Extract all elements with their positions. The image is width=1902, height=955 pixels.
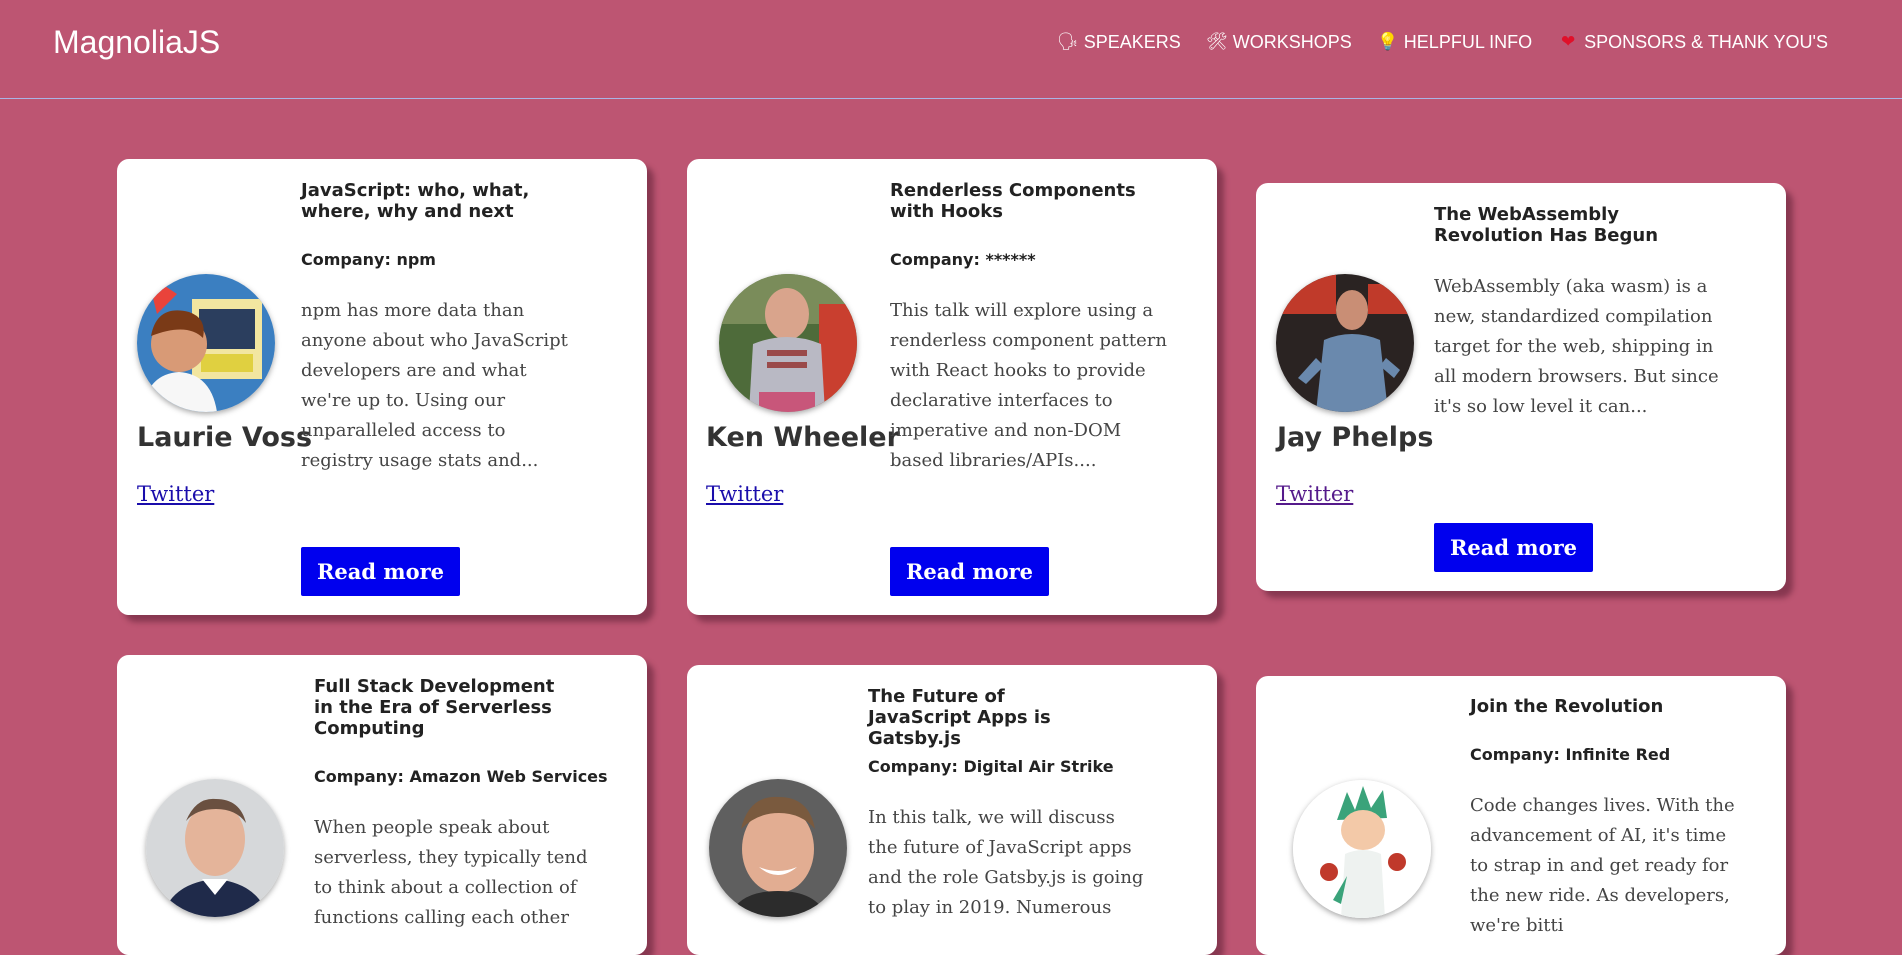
speaker-photo bbox=[137, 274, 275, 412]
speaker-card: Full Stack Development in the Era of Ser… bbox=[117, 655, 647, 955]
talk-description: npm has more data than anyone about who … bbox=[301, 300, 568, 471]
lightbulb-icon: 💡 bbox=[1377, 32, 1399, 51]
nav-item-sponsors[interactable]: ❤ SPONSORS & THANK YOU'S bbox=[1557, 30, 1828, 54]
heart-icon: ❤ bbox=[1561, 32, 1576, 51]
speaker-name: Laurie Voss bbox=[137, 422, 313, 453]
twitter-link[interactable]: Twitter bbox=[706, 481, 783, 507]
speaker-photo bbox=[146, 779, 284, 917]
speaker-card: Jay Phelps Twitter The WebAssembly Revol… bbox=[1256, 183, 1786, 591]
site-logo[interactable]: MagnoliaJS bbox=[53, 22, 220, 62]
speaker-avatar bbox=[137, 274, 275, 412]
read-more-button[interactable]: Read more bbox=[301, 547, 460, 596]
twitter-link[interactable]: Twitter bbox=[1276, 481, 1353, 507]
talk-description: This talk will explore using a renderles… bbox=[890, 300, 1167, 471]
read-more-button[interactable]: Read more bbox=[1434, 523, 1593, 572]
speaker-card: The Future of JavaScript Apps is Gatsby.… bbox=[687, 665, 1217, 955]
speaker-avatar bbox=[146, 779, 284, 917]
speaker-icon: 🗣 bbox=[1056, 32, 1079, 51]
company-label: Company: npm bbox=[301, 250, 436, 269]
company-label: Company: ****** bbox=[890, 250, 1036, 269]
speaker-card: Join the Revolution Company: Infinite Re… bbox=[1256, 676, 1786, 955]
speaker-name: Ken Wheeler bbox=[706, 422, 900, 453]
talk-title: The WebAssembly Revolution Has Begun bbox=[1434, 204, 1659, 246]
talk-title: JavaScript: who, what, where, why and ne… bbox=[301, 180, 530, 222]
speaker-avatar bbox=[1293, 780, 1431, 918]
nav-item-speakers[interactable]: 🗣 SPEAKERS bbox=[1057, 30, 1181, 54]
nav-item-helpful-info[interactable]: 💡 HELPFUL INFO bbox=[1377, 30, 1532, 54]
talk-description: Code changes lives. With the advancement… bbox=[1470, 795, 1735, 936]
talk-title: The Future of JavaScript Apps is Gatsby.… bbox=[868, 686, 1051, 749]
nav-item-label: WORKSHOPS bbox=[1232, 32, 1352, 52]
read-more-button[interactable]: Read more bbox=[890, 547, 1049, 596]
speaker-photo bbox=[1293, 780, 1431, 918]
talk-title: Full Stack Development in the Era of Ser… bbox=[314, 676, 555, 739]
speaker-photo bbox=[719, 274, 857, 412]
talk-description: WebAssembly (aka wasm) is a new, standar… bbox=[1434, 276, 1719, 417]
talk-description: When people speak about serverless, they… bbox=[314, 817, 588, 928]
company-label: Company: Digital Air Strike bbox=[868, 757, 1114, 776]
twitter-link[interactable]: Twitter bbox=[137, 481, 214, 507]
company-label: Company: Infinite Red bbox=[1470, 745, 1671, 764]
site-header: MagnoliaJS 🗣 SPEAKERS 🛠 WORKSHOPS 💡 HELP… bbox=[0, 0, 1902, 99]
tools-icon: 🛠 bbox=[1205, 32, 1228, 51]
speaker-photo bbox=[709, 779, 847, 917]
main-nav: 🗣 SPEAKERS 🛠 WORKSHOPS 💡 HELPFUL INFO ❤ … bbox=[1057, 30, 1828, 54]
company-label: Company: Amazon Web Services bbox=[314, 767, 608, 786]
talk-title: Renderless Components with Hooks bbox=[890, 180, 1136, 222]
speaker-name: Jay Phelps bbox=[1277, 422, 1434, 453]
speaker-avatar bbox=[1276, 274, 1414, 412]
speaker-avatar bbox=[719, 274, 857, 412]
speaker-card: Ken Wheeler Twitter Renderless Component… bbox=[687, 159, 1217, 615]
talk-title: Join the Revolution bbox=[1470, 696, 1664, 717]
nav-item-workshops[interactable]: 🛠 WORKSHOPS bbox=[1206, 30, 1352, 54]
speaker-avatar bbox=[709, 779, 847, 917]
nav-item-label: SPONSORS & THANK YOU'S bbox=[1584, 32, 1828, 52]
nav-item-label: HELPFUL INFO bbox=[1403, 32, 1533, 52]
nav-item-label: SPEAKERS bbox=[1083, 32, 1181, 52]
talk-description: In this talk, we will discuss the future… bbox=[868, 807, 1144, 918]
speaker-photo bbox=[1276, 274, 1414, 412]
speaker-card: Laurie Voss Twitter JavaScript: who, wha… bbox=[117, 159, 647, 615]
